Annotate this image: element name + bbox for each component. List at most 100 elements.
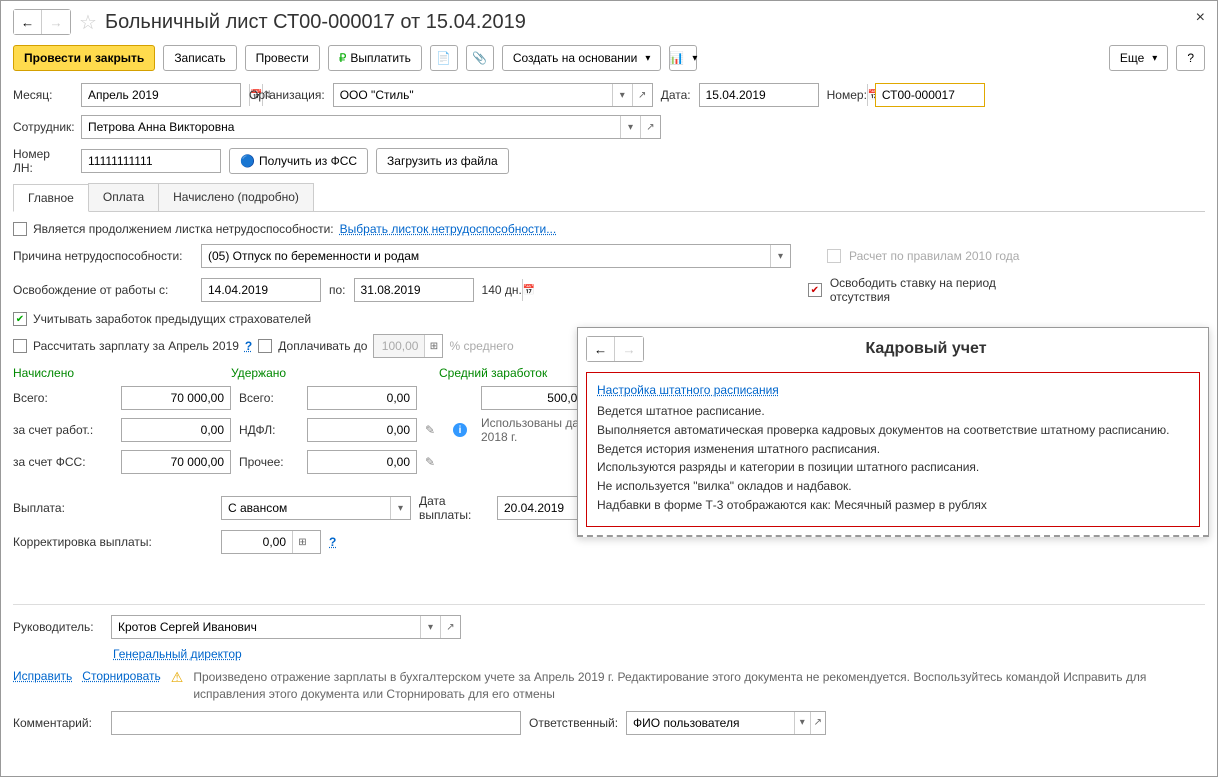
by-fss-input[interactable]	[121, 450, 231, 474]
page-title: Больничный лист СТ00-000017 от 15.04.201…	[105, 11, 526, 34]
calc-2010-label: Расчет по правилам 2010 года	[849, 249, 1019, 263]
nav-buttons: ← →	[13, 9, 71, 35]
employee-input[interactable]: ▾ ↗	[81, 115, 661, 139]
load-file-button[interactable]: Загрузить из файла	[376, 148, 509, 174]
tab-payment[interactable]: Оплата	[88, 183, 159, 211]
other-input[interactable]	[307, 450, 417, 474]
position-link[interactable]: Генеральный директор	[113, 647, 242, 661]
manager-input[interactable]: ▾ ↗	[111, 615, 461, 639]
date-to-input[interactable]: 📅	[354, 278, 474, 302]
tab-accrued[interactable]: Начислено (подробно)	[158, 183, 314, 211]
comment-label: Комментарий:	[13, 716, 103, 730]
open-icon[interactable]: ↗	[632, 84, 652, 106]
help-icon[interactable]: ?	[245, 339, 252, 353]
withheld-header[interactable]: Удержано	[231, 366, 431, 380]
open-icon[interactable]: ↗	[440, 616, 460, 638]
forward-button[interactable]: →	[615, 337, 643, 361]
by-employer-input[interactable]	[121, 418, 231, 442]
total-withheld-input[interactable]	[307, 386, 417, 410]
calc-icon[interactable]: ⊞	[292, 531, 312, 553]
ln-label: Номер ЛН:	[13, 147, 73, 175]
consider-prev-label: Учитывать заработок предыдущих страховат…	[33, 312, 311, 326]
tab-main[interactable]: Главное	[13, 184, 89, 212]
calendar-icon[interactable]: 📅	[522, 279, 535, 301]
popup-line: Ведется история изменения штатного распи…	[597, 441, 1189, 458]
month-input[interactable]: 📅 ⇅	[81, 83, 241, 107]
help-icon[interactable]: ?	[329, 535, 336, 549]
help-button[interactable]: ?	[1176, 45, 1205, 71]
print-icon[interactable]: 📄	[430, 45, 458, 71]
post-close-button[interactable]: Провести и закрыть	[13, 45, 155, 71]
calc-icon: ⊞	[424, 335, 442, 357]
accrued-header[interactable]: Начислено	[13, 366, 223, 380]
number-input[interactable]	[875, 83, 985, 107]
avg-input[interactable]	[481, 386, 591, 410]
by-employer-label: за счет работ.:	[13, 423, 113, 437]
post-button[interactable]: Провести	[245, 45, 320, 71]
popup-line: Не используется "вилка" окладов и надбав…	[597, 478, 1189, 495]
payout-label: Выплата:	[13, 501, 73, 515]
other-label: Прочее:	[239, 455, 299, 469]
employee-label: Сотрудник:	[13, 120, 73, 134]
ln-input[interactable]	[81, 149, 221, 173]
comment-input[interactable]	[111, 711, 521, 735]
days-label: 140 дн.	[482, 283, 522, 297]
org-input[interactable]: ▾ ↗	[333, 83, 653, 107]
consider-prev-checkbox[interactable]: ✔	[13, 312, 27, 326]
payout-input[interactable]: ▾	[221, 496, 411, 520]
chevron-down-icon[interactable]: ▾	[390, 497, 410, 519]
chevron-down-icon[interactable]: ▾	[420, 616, 440, 638]
back-button[interactable]: ←	[14, 10, 42, 34]
staffing-settings-link[interactable]: Настройка штатного расписания	[597, 383, 779, 397]
pencil-icon[interactable]: ✎	[425, 455, 445, 469]
popup-line: Надбавки в форме Т-3 отображаются как: М…	[597, 497, 1189, 514]
chevron-down-icon[interactable]: ▾	[612, 84, 632, 106]
chevron-down-icon[interactable]: ▾	[794, 712, 810, 734]
chevron-down-icon[interactable]: ▾	[770, 245, 790, 267]
get-fss-button[interactable]: 🔵 Получить из ФСС	[229, 148, 368, 174]
back-button[interactable]: ←	[587, 337, 615, 361]
total-w-label: Всего:	[239, 391, 299, 405]
more-button[interactable]: Еще	[1109, 45, 1168, 71]
popup-title: Кадровый учет	[652, 340, 1200, 358]
number-label: Номер:	[827, 88, 867, 102]
reverse-link[interactable]: Сторнировать	[82, 669, 160, 683]
ndfl-input[interactable]	[307, 418, 417, 442]
release-rate-checkbox[interactable]: ✔	[808, 283, 822, 297]
calc-salary-label: Рассчитать зарплату за Апрель 2019	[33, 339, 239, 353]
fix-link[interactable]: Исправить	[13, 669, 72, 683]
pencil-icon[interactable]: ✎	[425, 423, 445, 437]
favorite-icon[interactable]: ☆	[79, 10, 97, 35]
total-label: Всего:	[13, 391, 113, 405]
close-icon[interactable]: ×	[1196, 9, 1205, 27]
extra-pay-input: ⊞	[373, 334, 443, 358]
calc-salary-checkbox[interactable]	[13, 339, 27, 353]
info-icon[interactable]: i	[453, 423, 467, 437]
calc-2010-checkbox	[827, 249, 841, 263]
release-rate-label: Освободить ставку на период отсутствия	[830, 276, 1030, 304]
attach-icon[interactable]: 📎	[466, 45, 494, 71]
reason-input[interactable]: ▾	[201, 244, 791, 268]
date-input[interactable]: 📅	[699, 83, 819, 107]
extra-pay-checkbox[interactable]	[258, 339, 272, 353]
date-from-input[interactable]: 📅	[201, 278, 321, 302]
responsible-input[interactable]: ▾ ↗	[626, 711, 826, 735]
open-icon[interactable]: ↗	[810, 712, 826, 734]
reports-icon[interactable]: 📊	[669, 45, 697, 71]
month-label: Месяц:	[13, 88, 73, 102]
continuation-checkbox[interactable]	[13, 222, 27, 236]
select-sheet-link[interactable]: Выбрать листок нетрудоспособности...	[340, 222, 557, 236]
create-based-button[interactable]: Создать на основании	[502, 45, 662, 71]
warning-icon: ⚠	[171, 669, 184, 686]
chevron-down-icon[interactable]: ▾	[620, 116, 640, 138]
adjust-input[interactable]: ⊞	[221, 530, 321, 554]
org-label: Организация:	[249, 88, 325, 102]
open-icon[interactable]: ↗	[640, 116, 660, 138]
total-accrued-input[interactable]	[121, 386, 231, 410]
pay-button[interactable]: ₽ Выплатить	[328, 45, 422, 71]
forward-button[interactable]: →	[42, 10, 70, 34]
by-fss-label: за счет ФСС:	[13, 455, 113, 469]
reason-label: Причина нетрудоспособности:	[13, 249, 193, 263]
warning-text: Произведено отражение зарплаты в бухгалт…	[193, 669, 1205, 703]
save-button[interactable]: Записать	[163, 45, 236, 71]
